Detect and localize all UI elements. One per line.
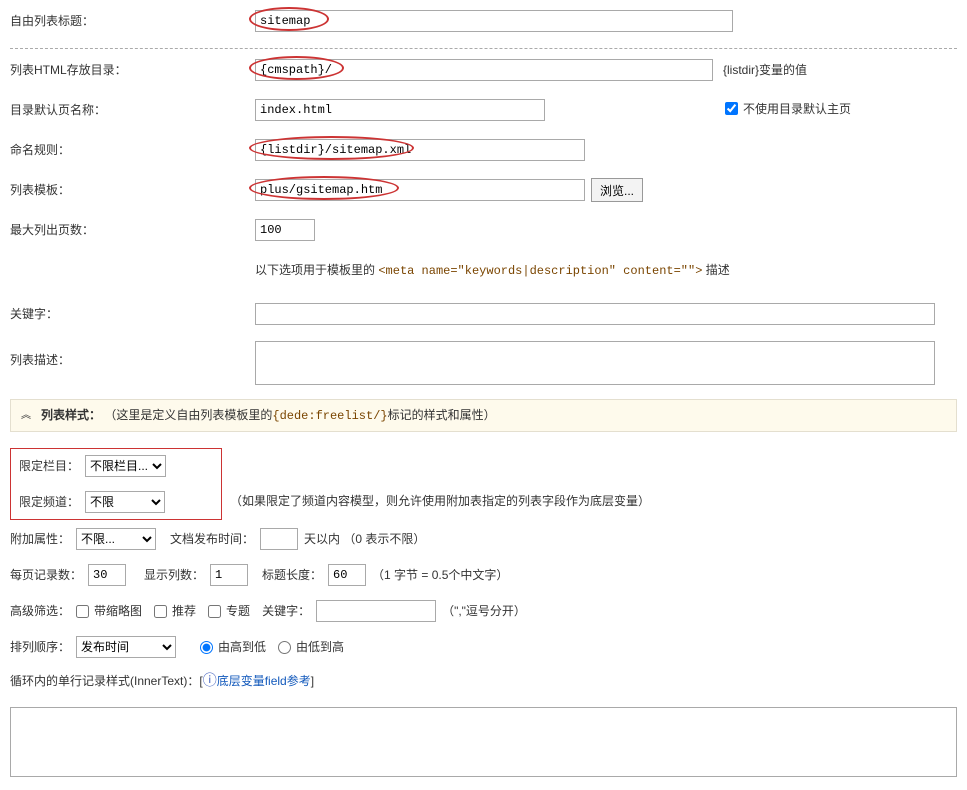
sort-desc-radio[interactable] <box>200 641 213 654</box>
sort-asc-radio[interactable] <box>278 641 291 654</box>
cols-label: 显示列数： <box>144 566 204 584</box>
browse-button[interactable]: 浏览... <box>591 178 643 202</box>
innertext-textarea[interactable] <box>10 707 957 777</box>
keywords-input[interactable] <box>255 303 935 325</box>
adv-label: 高级筛选： <box>10 602 70 620</box>
htmldir-input[interactable] <box>255 59 713 81</box>
nodefault-checkbox[interactable] <box>725 102 738 115</box>
column-select[interactable]: 不限栏目... <box>85 455 166 477</box>
titlelen-input[interactable] <box>328 564 366 586</box>
defaultpage-label: 目录默认页名称： <box>10 101 255 119</box>
description-textarea[interactable] <box>255 341 935 385</box>
channel-select[interactable]: 不限 <box>85 491 165 513</box>
maxpages-input[interactable] <box>255 219 315 241</box>
defaultpage-input[interactable] <box>255 99 545 121</box>
naming-label: 命名规则： <box>10 141 255 159</box>
htmldir-hint: {listdir}变量的值 <box>723 61 807 79</box>
pagesize-label: 每页记录数： <box>10 566 82 584</box>
section-title: 列表样式： <box>41 408 101 422</box>
sort-label: 排列顺序： <box>10 638 70 656</box>
title-label: 自由列表标题： <box>10 12 255 30</box>
title-input[interactable] <box>255 10 733 32</box>
info-icon: ⓘ <box>203 674 217 690</box>
inner-label: 循环内的单行记录样式(InnerText)：[ⓘ底层变量field参考] <box>10 672 314 693</box>
adv-kw-input[interactable] <box>316 600 436 622</box>
pubtime-label: 文档发布时间： <box>170 530 254 548</box>
attr-label: 附加属性： <box>10 530 70 548</box>
titlelen-hint: （1 字节 = 0.5个中文字） <box>372 566 508 584</box>
thumb-checkbox[interactable] <box>76 605 89 618</box>
template-input[interactable] <box>255 179 585 201</box>
sort-select[interactable]: 发布时间 <box>76 636 176 658</box>
htmldir-label: 列表HTML存放目录： <box>10 61 255 79</box>
rec-checkbox[interactable] <box>154 605 167 618</box>
section-header: ︽ 列表样式： （这里是定义自由列表模板里的{dede:freelist/}标记… <box>10 399 957 432</box>
pagesize-input[interactable] <box>88 564 126 586</box>
spec-checkbox[interactable] <box>208 605 221 618</box>
column-label: 限定栏目： <box>19 457 79 475</box>
adv-kw-label: 关键字： <box>262 602 310 620</box>
template-label: 列表模板： <box>10 181 255 199</box>
nodefault-label: 不使用目录默认主页 <box>743 100 851 118</box>
naming-input[interactable] <box>255 139 585 161</box>
pubtime-input[interactable] <box>260 528 298 550</box>
meta-hint: 以下选项用于模板里的 <meta name="keywords|descript… <box>255 261 730 280</box>
cols-input[interactable] <box>210 564 248 586</box>
description-label: 列表描述： <box>10 341 255 369</box>
titlelen-label: 标题长度： <box>262 566 322 584</box>
attr-select[interactable]: 不限... <box>76 528 156 550</box>
keywords-label: 关键字： <box>10 305 255 323</box>
collapse-icon[interactable]: ︽ <box>21 408 31 423</box>
divider <box>10 48 957 49</box>
channel-label: 限定频道： <box>19 493 79 511</box>
limit-box: 限定栏目： 不限栏目... 限定频道： 不限 <box>10 448 222 520</box>
maxpages-label: 最大列出页数： <box>10 221 255 239</box>
adv-kw-hint: （","逗号分开） <box>442 602 526 620</box>
pubtime-suffix: 天以内 （0 表示不限） <box>304 530 425 548</box>
field-ref-link[interactable]: 底层变量field参考 <box>217 674 311 688</box>
